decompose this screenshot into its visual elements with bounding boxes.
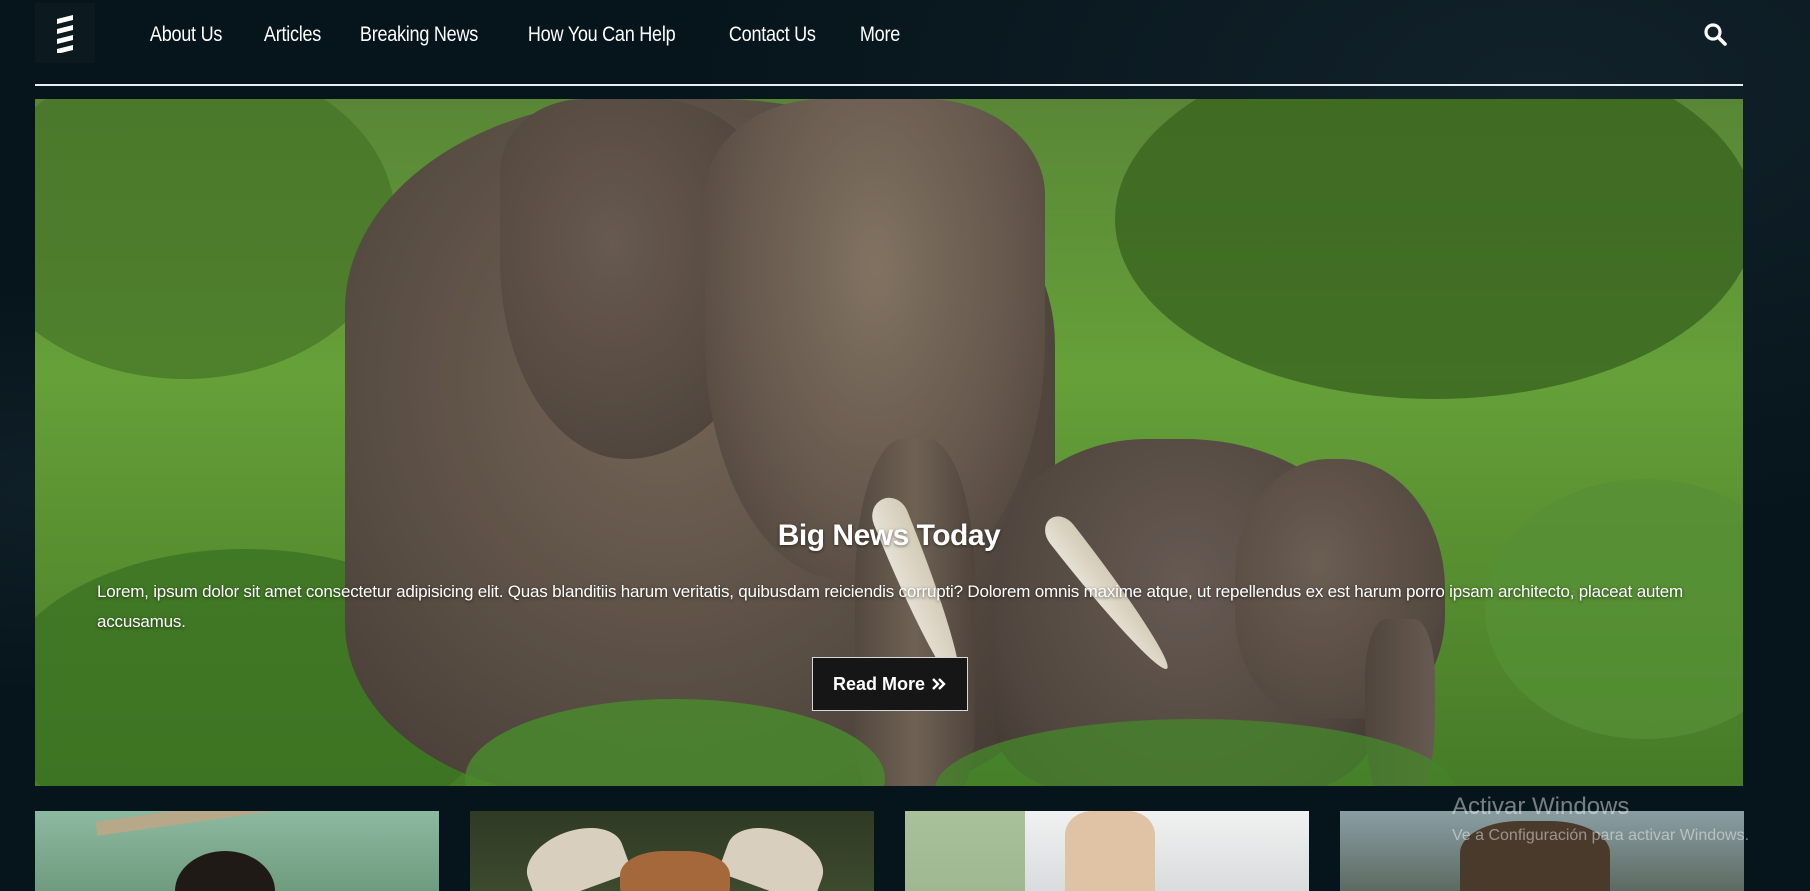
site-header: About Us Articles Breaking News How You … <box>35 0 1743 86</box>
nav-item-more[interactable]: More <box>847 23 913 47</box>
hero-title: Big News Today <box>777 519 1001 552</box>
double-chevron-right-icon <box>932 678 946 690</box>
zigzag-logo-icon <box>57 15 73 53</box>
windows-activation-watermark: Activar Windows Ve a Configuración para … <box>1452 793 1749 845</box>
card-image-giraffe <box>905 811 1309 891</box>
hero-banner: Big News Today Lorem, ipsum dolor sit am… <box>35 99 1743 786</box>
watermark-subtitle: Ve a Configuración para activar Windows. <box>1452 827 1750 844</box>
search-icon <box>1704 23 1727 46</box>
nav-item-articles[interactable]: Articles <box>251 23 334 47</box>
watermark-title: Activar Windows <box>1452 793 1630 820</box>
card-image-monkey <box>35 811 439 891</box>
read-more-button[interactable]: Read More <box>812 657 968 711</box>
hero-description: Lorem, ipsum dolor sit amet consectetur … <box>97 582 1683 631</box>
nav-item-about-us[interactable]: About Us <box>137 23 235 47</box>
article-card[interactable] <box>470 811 874 891</box>
article-card[interactable] <box>905 811 1309 891</box>
main-nav: About Us Articles Breaking News How You … <box>137 0 924 70</box>
nav-item-breaking-news[interactable]: Breaking News <box>347 23 491 47</box>
search-button[interactable] <box>1703 22 1729 48</box>
article-card[interactable] <box>35 811 439 891</box>
site-logo[interactable] <box>35 3 95 63</box>
read-more-label: Read More <box>832 673 926 694</box>
card-image-deer <box>470 811 874 891</box>
nav-item-how-you-can-help[interactable]: How You Can Help <box>515 23 688 47</box>
nav-item-contact-us[interactable]: Contact Us <box>716 23 829 47</box>
